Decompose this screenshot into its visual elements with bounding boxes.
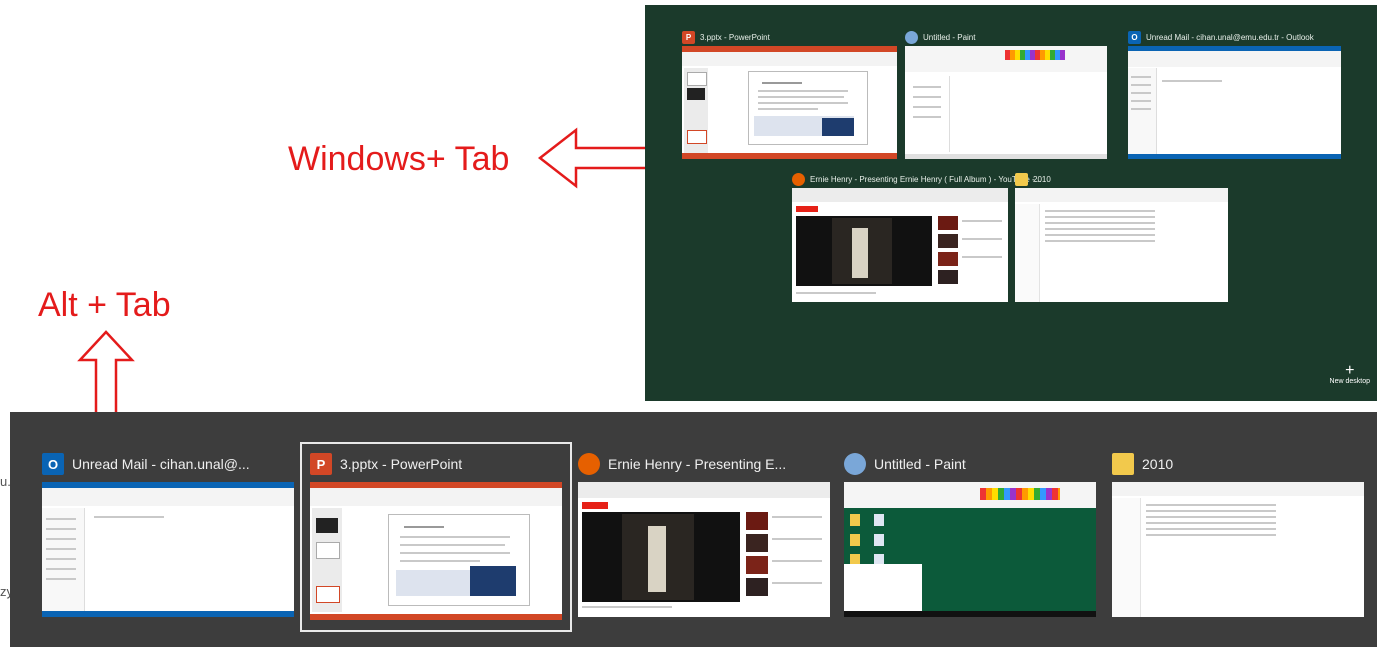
item-title-text: Unread Mail - cihan.unal@...: [72, 456, 250, 472]
powerpoint-icon: P: [310, 453, 332, 475]
alt-tab-item-paint[interactable]: Untitled - Paint: [844, 444, 1100, 630]
task-view-panel: P 3.pptx - PowerPoint Untitled - Paint O…: [645, 5, 1377, 401]
outlook-icon: O: [42, 453, 64, 475]
paint-icon: [844, 453, 866, 475]
alt-tab-label: Alt + Tab: [38, 286, 171, 324]
window-thumbnail: [682, 46, 897, 159]
item-thumbnail: [844, 482, 1096, 617]
alt-tab-item-outlook[interactable]: O Unread Mail - cihan.unal@...: [42, 444, 298, 630]
window-title-text: 2010: [1033, 174, 1051, 184]
item-title: Untitled - Paint: [844, 452, 966, 476]
new-desktop-label: New desktop: [1329, 378, 1370, 385]
window-title-text: Ernie Henry - Presenting Ernie Henry ( F…: [810, 174, 1042, 184]
item-title-text: 3.pptx - PowerPoint: [340, 456, 463, 472]
alt-tab-item-folder[interactable]: 2010: [1112, 444, 1368, 630]
task-view-window-firefox[interactable]: Ernie Henry - Presenting Ernie Henry ( F…: [792, 171, 1041, 307]
item-title: 2010: [1112, 452, 1173, 476]
item-thumbnail: [1112, 482, 1364, 617]
window-thumbnail: [905, 46, 1107, 159]
windows-tab-label: Windows+ Tab: [288, 140, 510, 178]
window-title-text: Unread Mail - cihan.unal@emu.edu.tr - Ou…: [1146, 32, 1314, 42]
window-title: P 3.pptx - PowerPoint: [682, 29, 770, 45]
alt-tab-switcher: O Unread Mail - cihan.unal@... P 3.pptx …: [10, 412, 1377, 647]
item-thumbnail: [42, 482, 294, 617]
task-view-window-powerpoint[interactable]: P 3.pptx - PowerPoint: [682, 29, 897, 165]
window-title: 2010: [1015, 171, 1051, 187]
item-title: Ernie Henry - Presenting E...: [578, 452, 786, 476]
firefox-icon: [578, 453, 600, 475]
window-thumbnail: [1015, 188, 1228, 302]
item-thumbnail: [310, 482, 562, 620]
alt-tab-item-firefox[interactable]: Ernie Henry - Presenting E...: [578, 444, 834, 630]
plus-icon: +: [1345, 362, 1355, 379]
folder-icon: [1112, 453, 1134, 475]
paint-icon: [905, 30, 918, 44]
folder-icon: [1015, 172, 1028, 186]
window-title: Ernie Henry - Presenting Ernie Henry ( F…: [792, 171, 1041, 187]
window-thumbnail: [1128, 46, 1341, 159]
item-title: P 3.pptx - PowerPoint: [310, 452, 462, 476]
window-title-text: 3.pptx - PowerPoint: [700, 32, 770, 42]
item-thumbnail: [578, 482, 830, 617]
firefox-icon: [792, 172, 805, 186]
window-thumbnail: [792, 188, 1008, 302]
alt-tab-item-powerpoint[interactable]: P 3.pptx - PowerPoint: [300, 442, 572, 632]
outlook-icon: O: [1128, 30, 1141, 44]
task-view-window-folder[interactable]: 2010: [1015, 171, 1228, 307]
item-title-text: 2010: [1142, 456, 1174, 472]
item-title-text: Ernie Henry - Presenting E...: [608, 456, 787, 472]
window-title-text: Untitled - Paint: [923, 32, 976, 42]
window-title: O Unread Mail - cihan.unal@emu.edu.tr - …: [1128, 29, 1314, 45]
window-title: Untitled - Paint: [905, 29, 975, 45]
task-view-window-outlook[interactable]: O Unread Mail - cihan.unal@emu.edu.tr - …: [1128, 29, 1341, 165]
left-arrow-icon: [537, 127, 654, 189]
powerpoint-icon: P: [682, 30, 695, 44]
item-title: O Unread Mail - cihan.unal@...: [42, 452, 250, 476]
task-view-window-paint[interactable]: Untitled - Paint: [905, 29, 1107, 165]
new-desktop-button[interactable]: + New desktop: [1329, 362, 1370, 386]
item-title-text: Untitled - Paint: [874, 456, 966, 472]
